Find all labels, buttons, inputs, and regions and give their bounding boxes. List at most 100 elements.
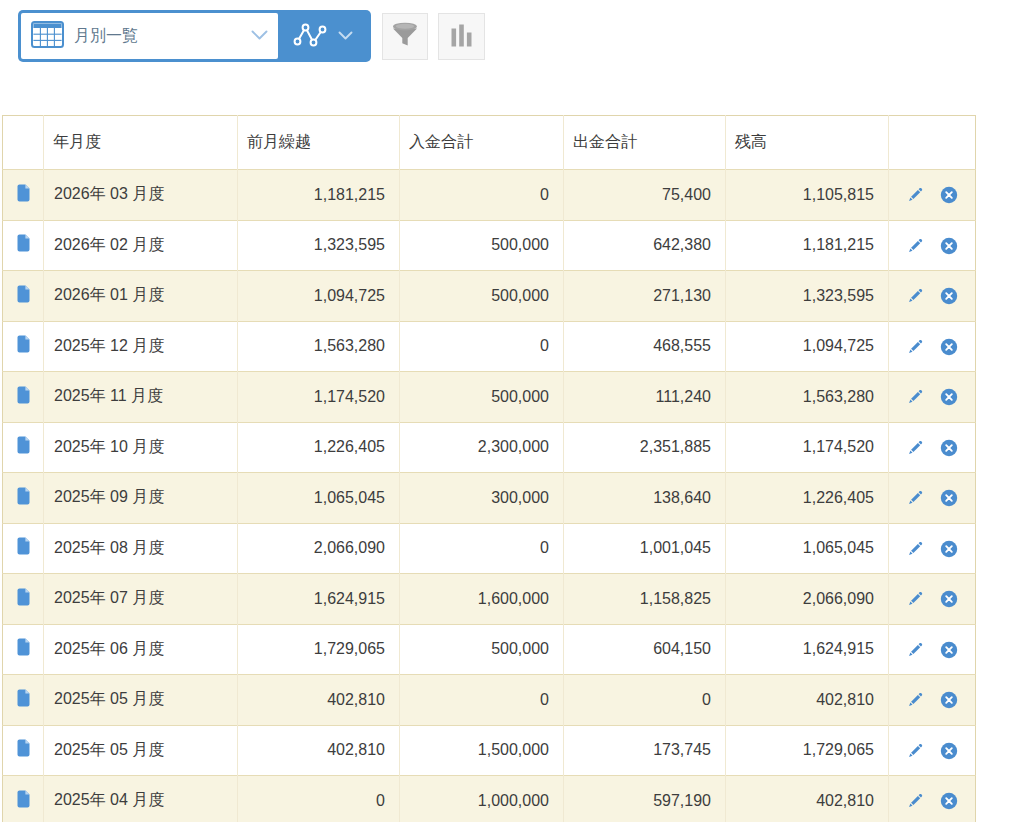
edit-pencil-icon[interactable] — [906, 489, 924, 507]
carryover-cell: 1,729,065 — [238, 624, 400, 675]
bar-chart-button[interactable] — [438, 13, 485, 60]
table-row: 2026年 01 月度 1,094,725 500,000 271,130 1,… — [3, 271, 976, 322]
table-body: 2026年 03 月度 1,181,215 0 75,400 1,105,815… — [3, 170, 976, 822]
carryover-cell: 402,810 — [238, 725, 400, 776]
bar-chart-icon — [451, 22, 472, 51]
edit-pencil-icon[interactable] — [906, 590, 924, 608]
delete-circle-icon[interactable] — [940, 439, 958, 457]
table-row: 2025年 04 月度 0 1,000,000 597,190 402,810 — [3, 776, 976, 822]
withdrawal-cell: 604,150 — [564, 624, 726, 675]
table-row: 2025年 05 月度 402,810 0 0 402,810 — [3, 675, 976, 726]
edit-pencil-icon[interactable] — [906, 186, 924, 204]
withdrawal-cell: 111,240 — [564, 372, 726, 423]
carryover-cell: 1,174,520 — [238, 372, 400, 423]
carryover-cell: 1,094,725 — [238, 271, 400, 322]
delete-circle-icon[interactable] — [940, 540, 958, 558]
withdrawal-cell: 642,380 — [564, 220, 726, 271]
edit-pencil-icon[interactable] — [906, 388, 924, 406]
delete-circle-icon[interactable] — [940, 287, 958, 305]
delete-circle-icon[interactable] — [940, 590, 958, 608]
table-row: 2025年 06 月度 1,729,065 500,000 604,150 1,… — [3, 624, 976, 675]
withdrawal-cell: 1,158,825 — [564, 574, 726, 625]
deposit-cell: 1,500,000 — [400, 725, 564, 776]
edit-pencil-icon[interactable] — [906, 237, 924, 255]
chevron-down-icon — [338, 27, 353, 45]
carryover-cell: 2,066,090 — [238, 523, 400, 574]
carryover-cell: 1,226,405 — [238, 422, 400, 473]
period-cell: 2025年 05 月度 — [44, 725, 238, 776]
deposit-cell: 1,600,000 — [400, 574, 564, 625]
delete-circle-icon[interactable] — [940, 742, 958, 760]
view-select-group: 月別一覧 — [18, 10, 371, 62]
deposit-cell: 1,000,000 — [400, 776, 564, 822]
funnel-icon — [391, 21, 419, 53]
document-icon — [16, 390, 31, 407]
edit-pencil-icon[interactable] — [906, 742, 924, 760]
edit-pencil-icon[interactable] — [906, 439, 924, 457]
table-row: 2025年 05 月度 402,810 1,500,000 173,745 1,… — [3, 725, 976, 776]
deposit-cell: 500,000 — [400, 372, 564, 423]
document-icon — [16, 491, 31, 508]
edit-pencil-icon[interactable] — [906, 792, 924, 810]
deposit-cell: 500,000 — [400, 220, 564, 271]
table-row: 2026年 02 月度 1,323,595 500,000 642,380 1,… — [3, 220, 976, 271]
delete-circle-icon[interactable] — [940, 237, 958, 255]
filter-button[interactable] — [382, 13, 428, 60]
edit-pencil-icon[interactable] — [906, 287, 924, 305]
edit-pencil-icon[interactable] — [906, 641, 924, 659]
withdrawal-cell: 173,745 — [564, 725, 726, 776]
document-icon — [16, 188, 31, 205]
carryover-cell: 1,065,045 — [238, 473, 400, 524]
balance-cell: 402,810 — [726, 776, 889, 822]
balance-cell: 1,094,725 — [726, 321, 889, 372]
header-balance: 残高 — [726, 116, 889, 170]
delete-circle-icon[interactable] — [940, 641, 958, 659]
period-cell: 2025年 07 月度 — [44, 574, 238, 625]
withdrawal-cell: 0 — [564, 675, 726, 726]
balance-cell: 1,563,280 — [726, 372, 889, 423]
edit-pencil-icon[interactable] — [906, 691, 924, 709]
delete-circle-icon[interactable] — [940, 388, 958, 406]
document-icon — [16, 592, 31, 609]
document-icon — [16, 541, 31, 558]
period-cell: 2025年 11 月度 — [44, 372, 238, 423]
period-cell: 2026年 01 月度 — [44, 271, 238, 322]
balance-cell: 1,105,815 — [726, 170, 889, 221]
carryover-cell: 0 — [238, 776, 400, 822]
withdrawal-cell: 468,555 — [564, 321, 726, 372]
table-row: 2025年 09 月度 1,065,045 300,000 138,640 1,… — [3, 473, 976, 524]
table-row: 2025年 11 月度 1,174,520 500,000 111,240 1,… — [3, 372, 976, 423]
monthly-table: 年月度 前月繰越 入金合計 出金合計 残高 2026年 03 月度 1,181,… — [2, 115, 976, 822]
header-carryover: 前月繰越 — [238, 116, 400, 170]
document-icon — [16, 743, 31, 760]
withdrawal-cell: 597,190 — [564, 776, 726, 822]
edit-pencil-icon[interactable] — [906, 338, 924, 356]
document-icon — [16, 238, 31, 255]
delete-circle-icon[interactable] — [940, 691, 958, 709]
deposit-cell: 300,000 — [400, 473, 564, 524]
header-period: 年月度 — [44, 116, 238, 170]
period-cell: 2025年 09 月度 — [44, 473, 238, 524]
balance-cell: 1,065,045 — [726, 523, 889, 574]
table-row: 2025年 12 月度 1,563,280 0 468,555 1,094,72… — [3, 321, 976, 372]
balance-cell: 1,174,520 — [726, 422, 889, 473]
chart-menu-button[interactable] — [278, 13, 368, 59]
view-select[interactable]: 月別一覧 — [21, 13, 278, 59]
balance-cell: 1,624,915 — [726, 624, 889, 675]
delete-circle-icon[interactable] — [940, 338, 958, 356]
delete-circle-icon[interactable] — [940, 186, 958, 204]
withdrawal-cell: 75,400 — [564, 170, 726, 221]
deposit-cell: 500,000 — [400, 624, 564, 675]
balance-cell: 1,181,215 — [726, 220, 889, 271]
delete-circle-icon[interactable] — [940, 792, 958, 810]
edit-pencil-icon[interactable] — [906, 540, 924, 558]
carryover-cell: 1,563,280 — [238, 321, 400, 372]
table-row: 2025年 08 月度 2,066,090 0 1,001,045 1,065,… — [3, 523, 976, 574]
period-cell: 2025年 08 月度 — [44, 523, 238, 574]
balance-cell: 1,729,065 — [726, 725, 889, 776]
document-icon — [16, 289, 31, 306]
delete-circle-icon[interactable] — [940, 489, 958, 507]
balance-cell: 402,810 — [726, 675, 889, 726]
header-withdrawal: 出金合計 — [564, 116, 726, 170]
period-cell: 2026年 02 月度 — [44, 220, 238, 271]
